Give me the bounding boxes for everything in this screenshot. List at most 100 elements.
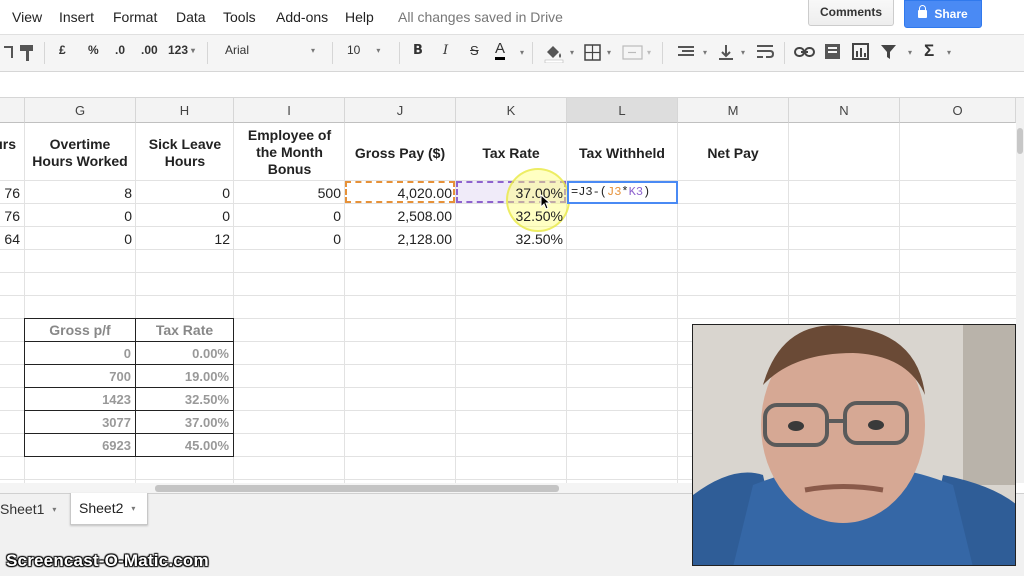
webcam-overlay [692, 324, 1016, 566]
decrease-decimal-button[interactable]: .0 [115, 43, 125, 57]
lookup-table-divider [24, 364, 234, 365]
cell-g3[interactable]: 8 [25, 185, 132, 201]
toolbar: £ % .0 .00 123 ▾ Arial ▾ 10 ▾ B I S A ▾ ▾ ▾… [0, 34, 1024, 72]
column-header-f[interactable] [0, 98, 25, 123]
gridline [566, 123, 567, 483]
cell-k4[interactable]: 32.50% [456, 208, 563, 224]
fill-color-icon[interactable] [543, 43, 565, 63]
lookup-rate[interactable]: 0.00% [136, 346, 229, 361]
cell-f3[interactable]: 76 [0, 185, 20, 201]
tab-sheet1[interactable]: Sheet1 ▾ [0, 496, 68, 522]
header-tax-rate: Tax Rate [482, 145, 540, 161]
menu-format[interactable]: Format [113, 9, 157, 25]
tab-sheet2[interactable]: Sheet2 ▾ [70, 493, 148, 525]
menu-addons[interactable]: Add-ons [276, 9, 328, 25]
toolbar-separator [784, 42, 785, 64]
merge-cells-icon[interactable] [622, 45, 644, 61]
cell-j4[interactable]: 2,508.00 [345, 208, 453, 224]
menu-insert[interactable]: Insert [59, 9, 94, 25]
menu-view[interactable]: View [12, 9, 42, 25]
lookup-rate[interactable]: 45.00% [136, 438, 229, 453]
vertical-scroll-thumb[interactable] [1017, 128, 1023, 154]
functions-button[interactable]: Σ [924, 41, 934, 61]
column-header-o[interactable]: O [900, 98, 1016, 123]
text-color-button[interactable]: A [495, 41, 506, 60]
more-formats-button[interactable]: 123 ▾ [168, 43, 195, 57]
column-header-g[interactable]: G [25, 98, 136, 123]
column-header-n[interactable]: N [789, 98, 900, 123]
share-button[interactable]: Share [904, 0, 982, 28]
paint-format-icon[interactable] [18, 43, 38, 63]
cell-f5[interactable]: 64 [0, 231, 20, 247]
cell-g4[interactable]: 0 [25, 208, 132, 224]
strikethrough-button[interactable]: S [470, 43, 479, 58]
gridline [344, 123, 345, 483]
chevron-down-icon[interactable]: ▾ [131, 504, 135, 513]
cell-j3[interactable]: 4,020.00 [345, 185, 453, 201]
text-wrap-icon[interactable] [757, 44, 775, 60]
save-status: All changes saved in Drive [398, 9, 563, 25]
cell-k5[interactable]: 32.50% [456, 231, 563, 247]
increase-decimal-button[interactable]: .00 [141, 43, 158, 57]
cell-h4[interactable]: 0 [136, 208, 230, 224]
column-header-k[interactable]: K [456, 98, 567, 123]
insert-comment-icon[interactable] [824, 43, 842, 61]
column-header-m[interactable]: M [678, 98, 789, 123]
column-header-l[interactable]: L [567, 98, 678, 123]
insert-link-icon[interactable] [794, 45, 816, 59]
cell-i4[interactable]: 0 [234, 208, 341, 224]
menu-bar: View Insert Format Data Tools Add-ons He… [0, 0, 1024, 34]
cell-f4[interactable]: 76 [0, 208, 20, 224]
tab-sheet1-label: Sheet1 [0, 501, 45, 517]
currency-format-button[interactable]: £ [59, 43, 66, 57]
chevron-down-icon[interactable]: ▾ [52, 505, 56, 514]
menu-help[interactable]: Help [345, 9, 374, 25]
lookup-gross[interactable]: 700 [25, 369, 131, 384]
toolbar-separator [662, 42, 663, 64]
horizontal-scroll-thumb[interactable] [155, 485, 559, 492]
filter-icon[interactable] [880, 44, 898, 60]
comments-button[interactable]: Comments [808, 0, 894, 26]
cell-h5[interactable]: 12 [136, 231, 230, 247]
active-cell-editor[interactable]: =J3-(J3*K3) [567, 181, 678, 204]
vertical-scrollbar[interactable] [1016, 98, 1024, 483]
lookup-gross[interactable]: 3077 [25, 415, 131, 430]
horizontal-align-icon[interactable] [678, 45, 696, 59]
share-label: Share [934, 7, 968, 21]
more-formats-label: 123 [168, 43, 189, 57]
chevron-down-icon: ▾ [908, 48, 913, 57]
column-header-i[interactable]: I [234, 98, 345, 123]
cell-j5[interactable]: 2,128.00 [345, 231, 453, 247]
font-size-select[interactable]: 10 ▾ [347, 43, 380, 57]
lookup-gross[interactable]: 0 [25, 346, 131, 361]
cell-i3[interactable]: 500 [234, 185, 341, 201]
lookup-rate[interactable]: 37.00% [136, 415, 229, 430]
vertical-align-icon[interactable] [718, 44, 734, 62]
font-family-select[interactable]: Arial ▾ [225, 43, 315, 57]
italic-button[interactable]: I [443, 43, 448, 58]
lookup-rate[interactable]: 19.00% [136, 369, 229, 384]
percent-format-button[interactable]: % [88, 43, 99, 57]
formula-suffix: ) [643, 185, 651, 199]
gridline [0, 272, 1016, 273]
borders-icon[interactable] [584, 44, 602, 62]
menu-data[interactable]: Data [176, 9, 206, 25]
lookup-rate[interactable]: 32.50% [136, 392, 229, 407]
lookup-table-divider [24, 433, 234, 434]
column-header-h[interactable]: H [136, 98, 234, 123]
lookup-gross[interactable]: 1423 [25, 392, 131, 407]
column-header-j[interactable]: J [345, 98, 456, 123]
formula-bar[interactable] [0, 72, 1024, 98]
lookup-gross[interactable]: 6923 [25, 438, 131, 453]
toolbar-separator [399, 42, 400, 64]
formula-ref-1: J3 [607, 185, 622, 199]
insert-chart-icon[interactable] [852, 43, 870, 61]
chevron-down-icon: ▾ [311, 46, 316, 56]
cell-g5[interactable]: 0 [25, 231, 132, 247]
cell-i5[interactable]: 0 [234, 231, 341, 247]
bold-button[interactable]: B [413, 43, 423, 58]
toolbar-separator [207, 42, 208, 64]
menu-tools[interactable]: Tools [223, 9, 256, 25]
cell-h3[interactable]: 0 [136, 185, 230, 201]
undo-icon[interactable] [4, 44, 14, 60]
